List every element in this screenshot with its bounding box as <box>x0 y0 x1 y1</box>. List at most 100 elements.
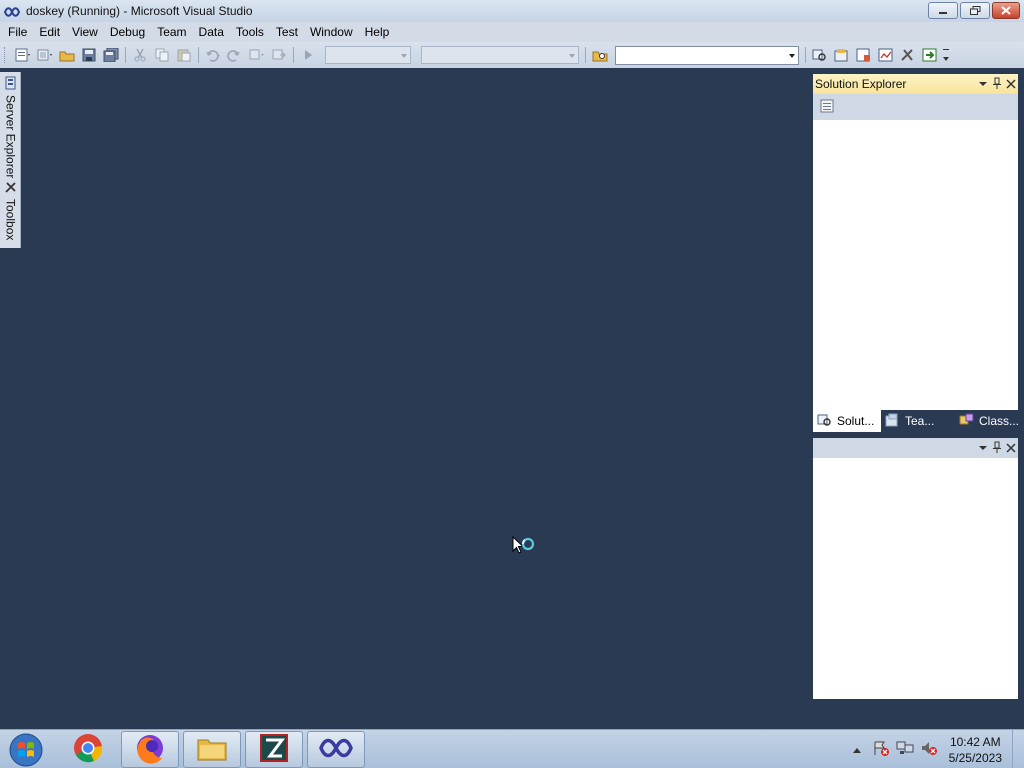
close-button[interactable] <box>992 2 1020 19</box>
server-explorer-tab[interactable]: Server Explorer <box>2 76 19 178</box>
tools-icon <box>900 48 916 62</box>
paste-icon <box>177 48 191 62</box>
clock[interactable]: 10:42 AM 5/25/2023 <box>949 734 1002 766</box>
class-view-icon <box>959 413 975 430</box>
tab-label: Solut... <box>837 414 875 428</box>
find-in-files-icon <box>592 48 608 62</box>
cut-button[interactable] <box>129 45 151 65</box>
taskbar-filezilla[interactable] <box>245 731 303 768</box>
server-explorer-label: Server Explorer <box>3 95 18 179</box>
taskbar-file-explorer[interactable] <box>183 731 241 768</box>
pin-icon <box>992 441 1002 456</box>
menu-help[interactable]: Help <box>359 22 396 42</box>
redo-icon <box>227 48 243 62</box>
flag-error-icon <box>872 740 890 759</box>
redo-button[interactable] <box>224 45 246 65</box>
taskbar-chrome[interactable] <box>59 731 117 768</box>
tab-team-explorer[interactable]: Tea... <box>881 410 949 432</box>
minimize-icon <box>938 7 948 15</box>
network-button[interactable] <box>896 741 914 759</box>
toolbar-overflow-button[interactable] <box>941 45 951 65</box>
close-panel-button[interactable] <box>1006 78 1016 92</box>
solution-explorer-icon <box>817 413 833 430</box>
start-page-button[interactable] <box>919 45 941 65</box>
visual-studio-icon <box>3 6 21 17</box>
chevron-down-icon <box>978 442 988 456</box>
navigate-backward-button[interactable] <box>246 45 268 65</box>
server-explorer-icon <box>4 76 18 93</box>
add-item-button[interactable] <box>34 45 56 65</box>
toolbar-separator <box>125 47 126 63</box>
menu-data[interactable]: Data <box>193 22 230 42</box>
taskbar-firefox[interactable] <box>121 731 179 768</box>
solution-explorer-button[interactable] <box>809 45 831 65</box>
toolbar-separator <box>198 47 199 63</box>
toolbox-label: Toolbox <box>3 199 18 241</box>
menu-tools[interactable]: Tools <box>230 22 270 42</box>
menu-debug[interactable]: Debug <box>104 22 151 42</box>
auto-hide-button[interactable] <box>992 77 1002 92</box>
solution-explorer-icon <box>812 48 828 62</box>
play-icon <box>302 49 314 61</box>
properties-header[interactable] <box>813 438 1018 458</box>
menu-file[interactable]: File <box>2 22 33 42</box>
taskbar-visual-studio[interactable] <box>307 731 365 768</box>
tab-class-view[interactable]: Class... <box>949 410 1019 432</box>
pin-icon <box>992 77 1002 92</box>
navigate-backward-icon <box>248 48 266 62</box>
toolbar-grip[interactable] <box>4 47 7 63</box>
tab-solution-explorer[interactable]: Solut... <box>813 410 881 432</box>
show-desktop-button[interactable] <box>1012 730 1024 768</box>
clock-time: 10:42 AM <box>949 734 1001 749</box>
toolbox-button[interactable] <box>875 45 897 65</box>
solution-platform-combo[interactable] <box>421 46 579 64</box>
extension-manager-button[interactable] <box>897 45 919 65</box>
minimize-button[interactable] <box>928 2 958 19</box>
team-explorer-icon <box>885 413 901 430</box>
solution-explorer-tabs: Solut... Tea... Class... <box>813 410 1019 432</box>
menu-window[interactable]: Window <box>304 22 359 42</box>
paste-button[interactable] <box>173 45 195 65</box>
visual-studio-icon <box>319 738 353 761</box>
action-center-button[interactable] <box>872 741 890 759</box>
solution-explorer-title: Solution Explorer <box>815 77 907 91</box>
properties-icon <box>819 99 835 117</box>
window-position-button[interactable] <box>978 78 988 92</box>
navigate-forward-button[interactable] <box>268 45 290 65</box>
undo-button[interactable] <box>202 45 224 65</box>
open-file-button[interactable] <box>56 45 78 65</box>
solution-explorer-header[interactable]: Solution Explorer <box>813 74 1018 94</box>
start-button[interactable] <box>6 732 46 768</box>
toolbar-separator <box>585 47 586 63</box>
start-debugging-button[interactable] <box>297 45 319 65</box>
properties-window-button[interactable] <box>831 45 853 65</box>
object-browser-button[interactable] <box>853 45 875 65</box>
chevron-up-icon <box>852 743 862 757</box>
find-in-files-button[interactable] <box>589 45 611 65</box>
menu-edit[interactable]: Edit <box>33 22 66 42</box>
solution-configuration-combo[interactable] <box>325 46 411 64</box>
panel-header-buttons <box>978 77 1016 92</box>
new-project-button[interactable] <box>12 45 34 65</box>
save-all-button[interactable] <box>100 45 122 65</box>
menu-view[interactable]: View <box>66 22 104 42</box>
save-button[interactable] <box>78 45 100 65</box>
window-position-button[interactable] <box>978 442 988 456</box>
properties-button[interactable] <box>819 98 835 117</box>
restore-button[interactable] <box>960 2 990 19</box>
menu-test[interactable]: Test <box>270 22 304 42</box>
copy-button[interactable] <box>151 45 173 65</box>
panel-header-buttons <box>978 441 1016 456</box>
chevron-down-icon <box>569 54 575 58</box>
toolbar-separator <box>805 47 806 63</box>
toolbox-tab[interactable]: Toolbox <box>2 180 19 240</box>
system-tray: 10:42 AM 5/25/2023 <box>845 730 1024 768</box>
menu-team[interactable]: Team <box>151 22 192 42</box>
volume-button[interactable] <box>920 741 938 759</box>
find-input[interactable] <box>615 45 799 65</box>
show-hidden-icons-button[interactable] <box>848 741 866 759</box>
close-panel-button[interactable] <box>1006 442 1016 456</box>
file-explorer-icon <box>196 734 228 765</box>
auto-hide-button[interactable] <box>992 441 1002 456</box>
volume-muted-icon <box>920 740 938 759</box>
